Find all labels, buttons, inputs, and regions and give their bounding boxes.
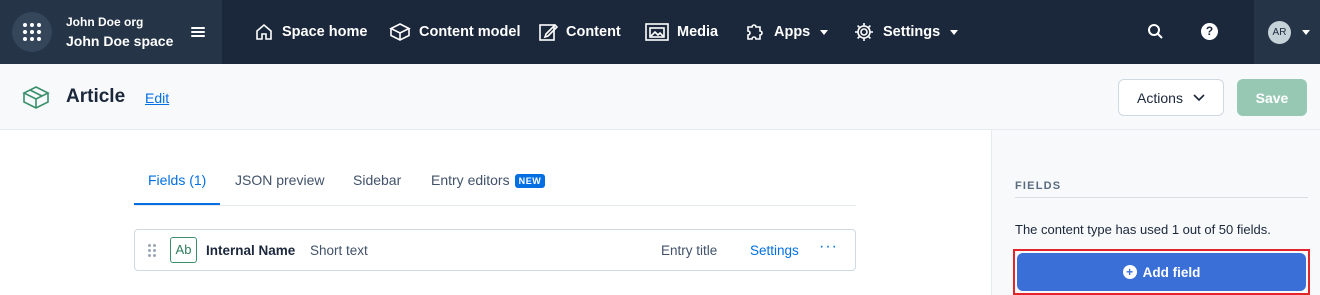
- active-tab-indicator: [134, 203, 220, 205]
- field-name: Internal Name: [206, 243, 296, 258]
- field-row[interactable]: Ab Internal Name Short text Entry title …: [134, 229, 856, 271]
- save-button[interactable]: Save: [1237, 79, 1307, 116]
- nav-label: Media: [677, 24, 719, 40]
- page-title: Article: [66, 86, 126, 107]
- help-icon[interactable]: ?: [1201, 23, 1218, 40]
- sidebar-heading: FIELDS: [1015, 180, 1062, 192]
- nav-label: Space home: [282, 24, 368, 40]
- chevron-down-icon: [950, 29, 959, 35]
- nav-label: Settings: [883, 24, 941, 40]
- app-launcher-icon[interactable]: [12, 12, 52, 52]
- tab-json-preview[interactable]: JSON preview: [235, 172, 324, 188]
- add-field-label: Add field: [1142, 264, 1201, 280]
- nav-apps[interactable]: Apps: [744, 0, 829, 64]
- home-icon: [256, 23, 272, 40]
- editor-tabs: Fields (1) JSON preview Sidebar Entry ed…: [134, 155, 856, 206]
- space-name: John Doe space: [66, 33, 174, 49]
- nav-media[interactable]: Media: [645, 0, 718, 64]
- content-type-header: Article Edit Actions Save: [0, 64, 1320, 130]
- apps-puzzle-icon: [747, 24, 763, 40]
- nav-content[interactable]: Content: [538, 0, 621, 64]
- avatar: AR: [1268, 21, 1291, 44]
- plus-circle-icon: +: [1122, 265, 1137, 279]
- nav-settings[interactable]: Settings: [853, 0, 959, 64]
- space-switcher[interactable]: John Doe org John Doe space: [0, 0, 222, 64]
- top-navigation: John Doe org John Doe space Space home C…: [0, 0, 1320, 64]
- tab-fields[interactable]: Fields (1): [148, 172, 206, 188]
- entry-title-label: Entry title: [661, 243, 718, 258]
- org-name: John Doe org: [66, 15, 144, 29]
- nav-label: Content model: [419, 24, 521, 40]
- field-type: Short text: [310, 243, 368, 258]
- tab-sidebar[interactable]: Sidebar: [353, 172, 401, 188]
- media-icon: [645, 23, 669, 41]
- new-badge: NEW: [514, 174, 546, 188]
- short-text-icon: Ab: [170, 237, 197, 263]
- nav-label: Apps: [774, 24, 811, 40]
- fields-usage-text: The content type has used 1 out of 50 fi…: [1015, 222, 1271, 237]
- content-type-icon: [22, 86, 50, 109]
- content-model-icon: [389, 23, 411, 41]
- fields-sidebar: FIELDS The content type has used 1 out o…: [991, 130, 1320, 295]
- nav-label: Content: [566, 24, 621, 40]
- gear-icon: [855, 23, 873, 41]
- nav-content-model[interactable]: Content model: [389, 0, 521, 64]
- field-settings-link[interactable]: Settings: [750, 243, 799, 258]
- menu-icon[interactable]: [191, 27, 205, 37]
- highlight-box: + Add field: [1013, 249, 1310, 295]
- tab-entry-editors[interactable]: Entry editors NEW: [431, 172, 546, 188]
- chevron-down-icon: [1302, 30, 1310, 35]
- space-info[interactable]: John Doe org John Doe space: [66, 15, 173, 51]
- chevron-down-icon: [1193, 93, 1205, 101]
- edit-link[interactable]: Edit: [145, 90, 169, 106]
- more-options-icon[interactable]: ···: [819, 238, 838, 256]
- search-icon[interactable]: [1146, 22, 1166, 42]
- tab-label: Entry editors: [431, 172, 510, 188]
- actions-button[interactable]: Actions: [1118, 79, 1224, 116]
- user-menu[interactable]: AR: [1254, 0, 1320, 64]
- divider: [1015, 197, 1308, 198]
- actions-label: Actions: [1137, 89, 1183, 106]
- chevron-down-icon: [820, 29, 829, 35]
- drag-handle-icon[interactable]: [148, 244, 156, 257]
- add-field-button[interactable]: + Add field: [1017, 253, 1306, 291]
- content-icon: [539, 23, 558, 41]
- nav-space-home[interactable]: Space home: [254, 0, 367, 64]
